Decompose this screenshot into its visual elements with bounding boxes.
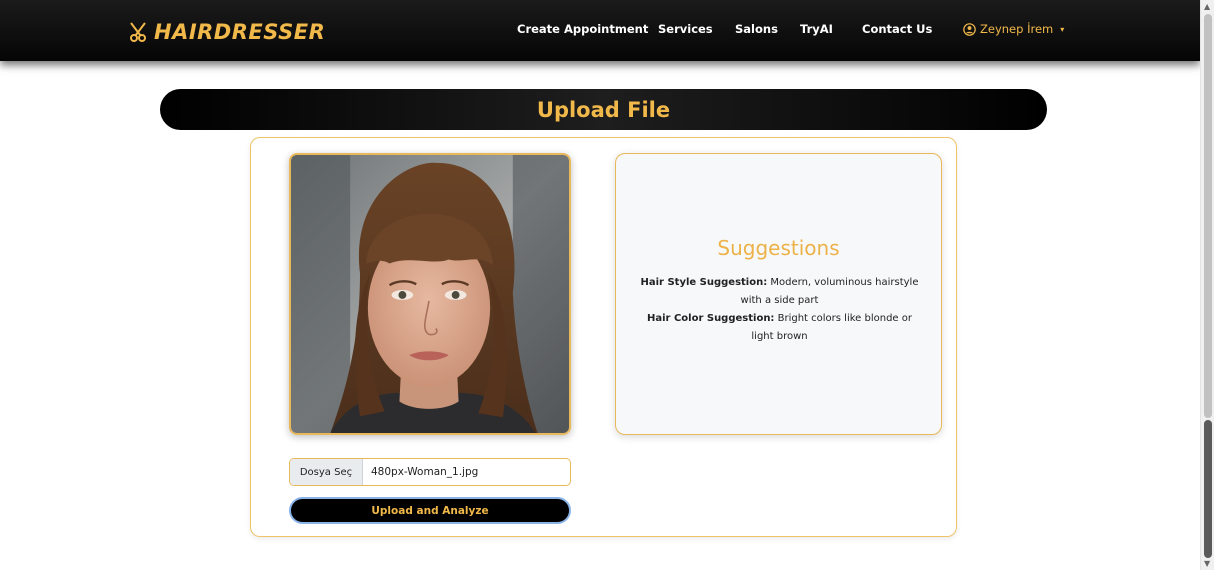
- uploaded-photo: [289, 153, 571, 435]
- upload-card: Suggestions Hair Style Suggestion: Moder…: [250, 137, 957, 537]
- nav-services[interactable]: Services: [658, 22, 713, 36]
- chevron-down-icon: ▾: [1060, 24, 1065, 34]
- nav-salons[interactable]: Salons: [735, 22, 778, 36]
- top-navbar: HAIRDRESSER Create Appointment Services …: [0, 0, 1200, 61]
- woman-portrait-photo: [291, 155, 569, 433]
- suggestions-title: Suggestions: [717, 236, 840, 260]
- scroll-up-arrow-icon[interactable]: ▲: [1204, 2, 1210, 11]
- user-menu-dropdown[interactable]: Zeynep İrem ▾: [963, 22, 1064, 36]
- hair-style-label: Hair Style Suggestion:: [640, 277, 768, 288]
- hair-color-label: Hair Color Suggestion:: [646, 313, 775, 324]
- nav-create-appointment[interactable]: Create Appointment: [517, 22, 648, 36]
- scroll-down-arrow-icon[interactable]: ▼: [1204, 559, 1210, 568]
- nav-contact-us[interactable]: Contact Us: [862, 22, 932, 36]
- upload-and-analyze-button[interactable]: Upload and Analyze: [289, 497, 571, 524]
- page-title: Upload File: [536, 97, 671, 122]
- choose-file-button[interactable]: Dosya Seç: [290, 459, 363, 485]
- suggestions-panel: Suggestions Hair Style Suggestion: Moder…: [615, 153, 942, 435]
- hair-color-value: Bright colors like blonde or light brown: [751, 313, 912, 342]
- user-name: Zeynep İrem: [980, 22, 1054, 36]
- scrollbar-track-upper[interactable]: [1204, 14, 1212, 418]
- scrollbar-thumb[interactable]: [1204, 420, 1212, 558]
- page-scrollbar[interactable]: ▲ ▼: [1200, 0, 1214, 570]
- file-input[interactable]: Dosya Seç 480px-Woman_1.jpg: [289, 458, 571, 486]
- upload-header-bar: Upload File: [160, 89, 1047, 130]
- nav-tryai[interactable]: TryAI: [800, 22, 833, 36]
- hair-style-value: Modern, voluminous hairstyle with a side…: [740, 277, 919, 306]
- selected-file-name: 480px-Woman_1.jpg: [371, 466, 479, 478]
- user-circle-icon: [963, 22, 976, 36]
- suggestions-body: Hair Style Suggestion: Modern, voluminou…: [636, 274, 923, 346]
